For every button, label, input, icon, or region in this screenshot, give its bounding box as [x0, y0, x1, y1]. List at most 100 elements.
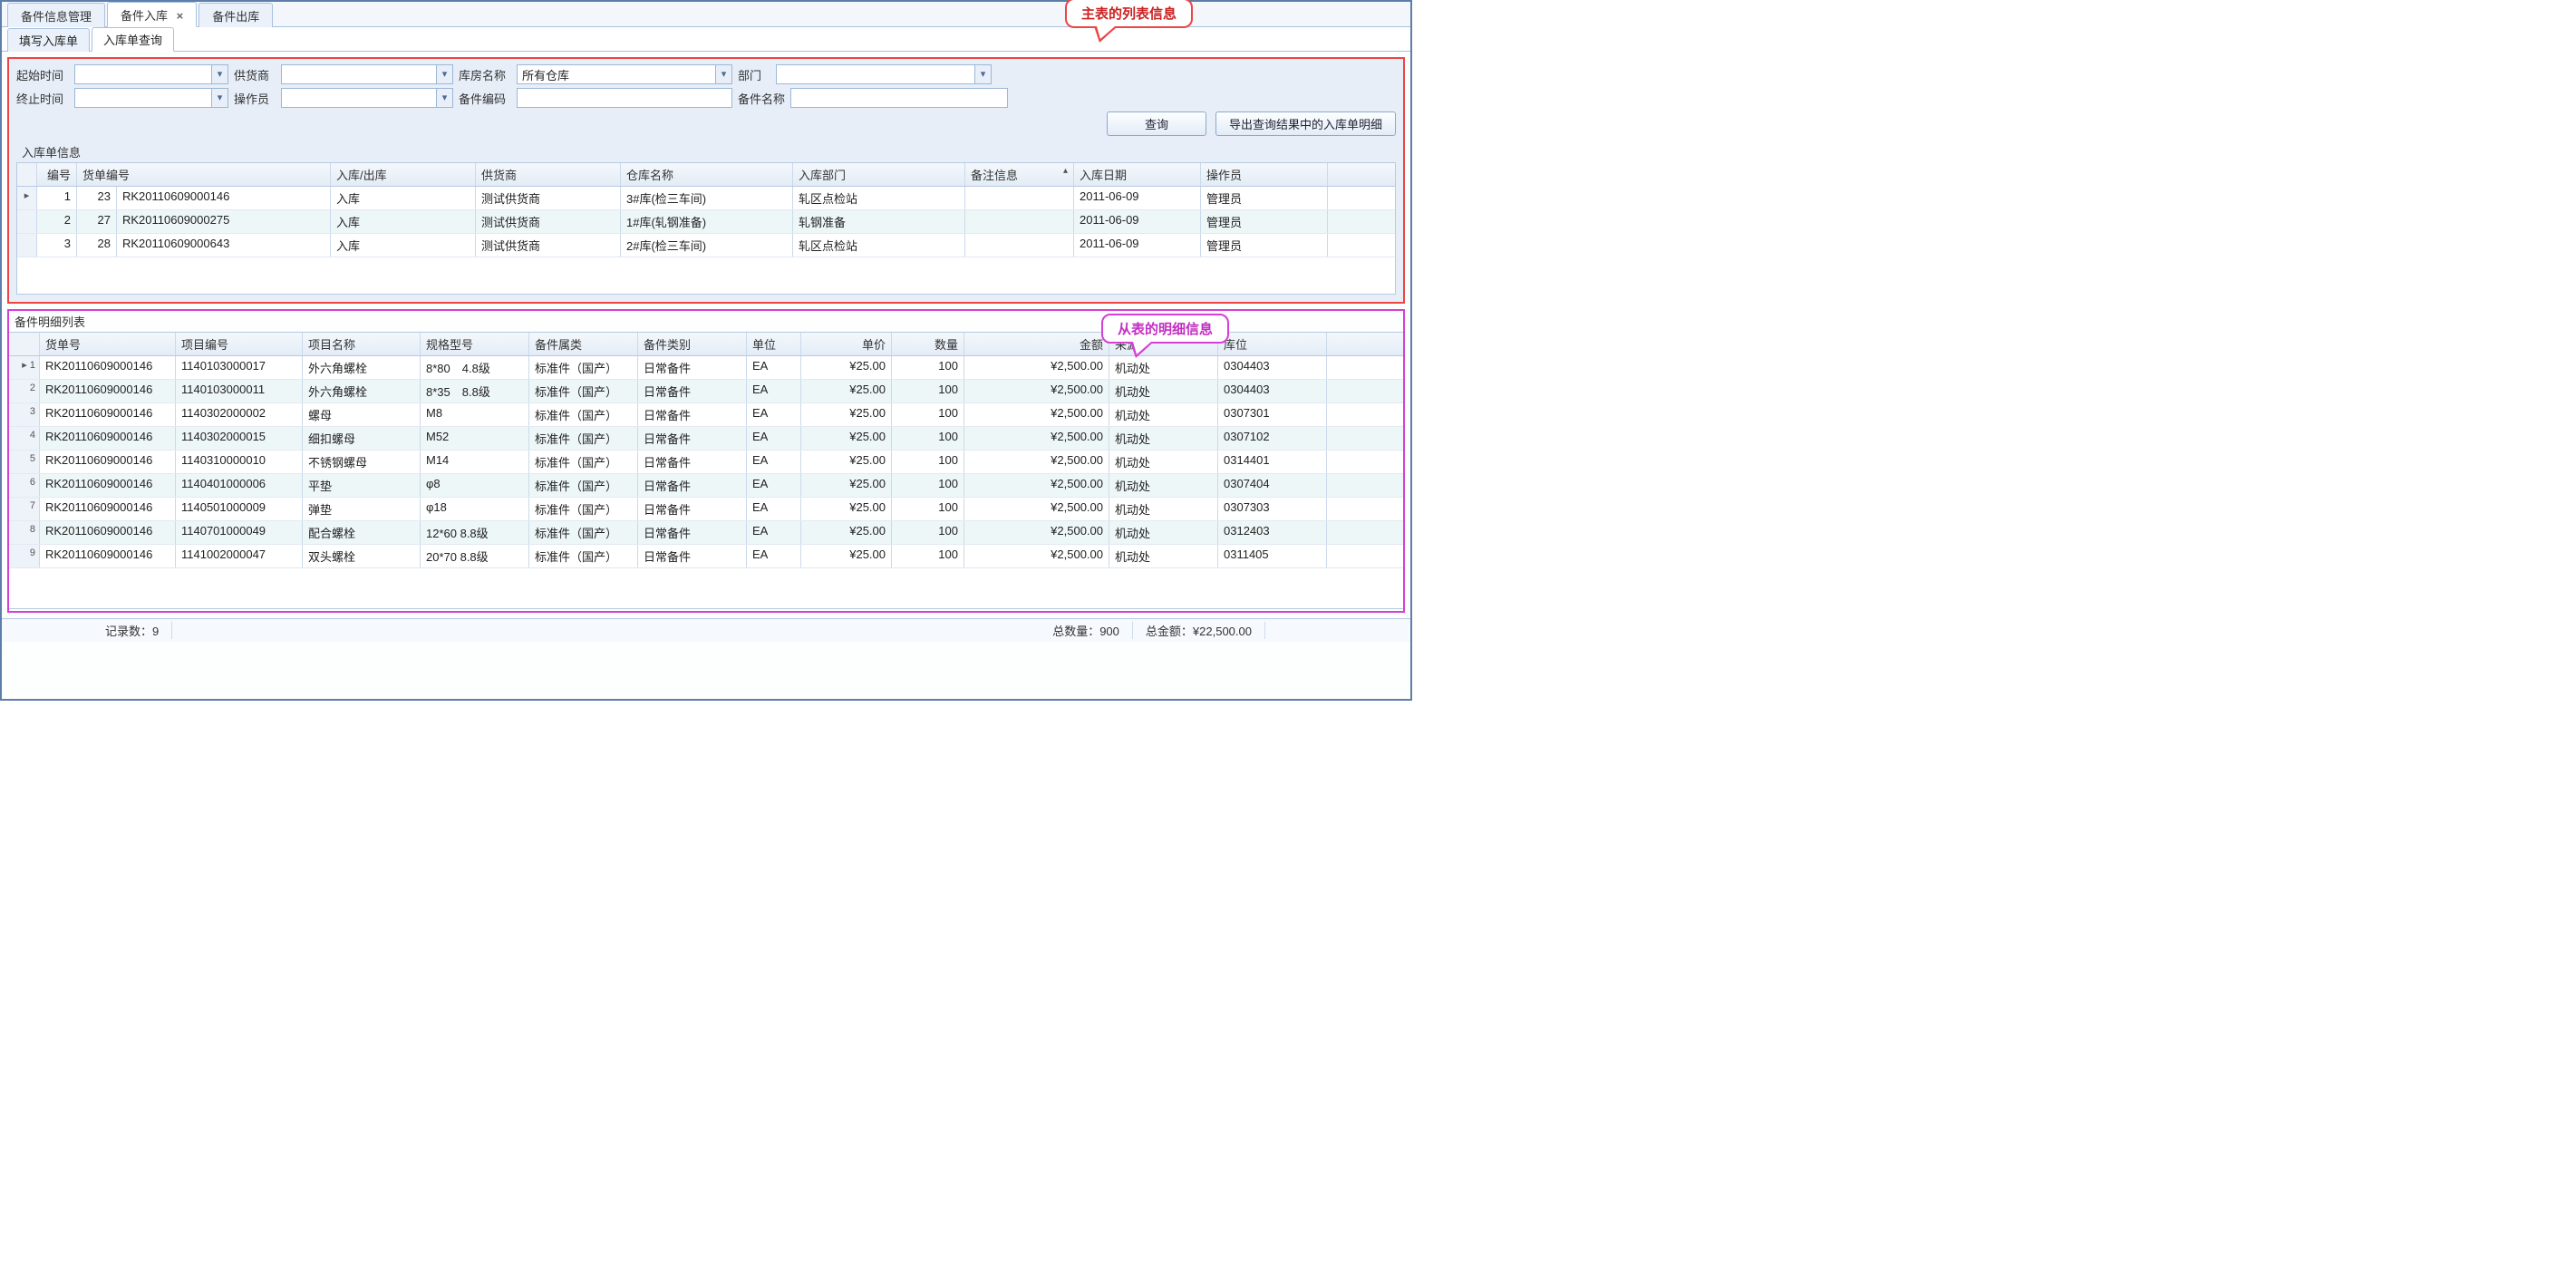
label-part-code: 备件编码 [459, 90, 511, 107]
table-row[interactable]: 5RK201106090001461140310000010不锈钢螺母M14标准… [9, 451, 1403, 474]
col-loc[interactable]: 库位 [1218, 333, 1327, 355]
row-indicator [17, 210, 37, 233]
cell-spec: 8*80 4.8级 [421, 356, 529, 379]
table-row[interactable]: 2RK201106090001461140103000011外六角螺栓8*35 … [9, 380, 1403, 403]
export-button[interactable]: 导出查询结果中的入库单明细 [1215, 111, 1396, 136]
subtab-query-in[interactable]: 入库单查询 [92, 27, 174, 52]
col-io[interactable]: 入库/出库 [331, 163, 476, 186]
dept-select[interactable]: ▾ [776, 64, 992, 84]
cell-code: 1140302000002 [176, 403, 303, 426]
cell-date: 2011-06-09 [1074, 210, 1201, 233]
cell-amount: ¥2,500.00 [964, 451, 1109, 473]
table-row[interactable]: 6RK201106090001461140401000006平垫φ8标准件（国产… [9, 474, 1403, 498]
cell-cat2: 日常备件 [638, 451, 747, 473]
chevron-down-icon[interactable]: ▾ [211, 65, 228, 83]
cell-qty: 100 [892, 545, 964, 567]
cell-no: 27 [77, 210, 117, 233]
part-code-input[interactable] [517, 88, 732, 108]
record-count: 记录数：9 [92, 622, 172, 639]
warehouse-select[interactable]: 所有仓库▾ [517, 64, 732, 84]
cell-price: ¥25.00 [801, 545, 892, 567]
cell-src: 机动处 [1109, 474, 1218, 497]
table-row[interactable]: 227RK20110609000275入库测试供货商1#库(轧钢准备)轧钢准备2… [17, 210, 1395, 234]
cell-price: ¥25.00 [801, 427, 892, 450]
cell-name: 平垫 [303, 474, 421, 497]
label-part-name: 备件名称 [738, 90, 785, 107]
callout-master-text: 主表的列表信息 [1081, 6, 1177, 22]
cell-amount: ¥2,500.00 [964, 380, 1109, 402]
table-row[interactable]: 7RK201106090001461140501000009弹垫φ18标准件（国… [9, 498, 1403, 521]
chevron-down-icon[interactable]: ▾ [715, 65, 731, 83]
col-supplier[interactable]: 供货商 [476, 163, 621, 186]
chevron-down-icon[interactable]: ▾ [211, 89, 228, 107]
chevron-down-icon[interactable]: ▾ [974, 65, 991, 83]
cell-price: ¥25.00 [801, 451, 892, 473]
cell-cat1: 标准件（国产） [529, 545, 638, 567]
col-date[interactable]: 入库日期 [1074, 163, 1201, 186]
col-no[interactable]: 编号 [37, 163, 77, 186]
col-remark[interactable]: 备注信息 [965, 163, 1074, 186]
end-time-input[interactable]: ▾ [74, 88, 228, 108]
close-icon[interactable]: × [177, 9, 184, 23]
col-bill[interactable]: 货单编号 [77, 163, 331, 186]
cell-price: ¥25.00 [801, 356, 892, 379]
col-cat1[interactable]: 备件属类 [529, 333, 638, 355]
operator-select[interactable]: ▾ [281, 88, 453, 108]
row-indicator: 2 [9, 380, 40, 402]
cell-cat1: 标准件（国产） [529, 427, 638, 450]
col-amount[interactable]: 金额 [964, 333, 1109, 355]
cell-src: 机动处 [1109, 427, 1218, 450]
col-cat2[interactable]: 备件类别 [638, 333, 747, 355]
cell-code: 1140701000049 [176, 521, 303, 544]
col-operator[interactable]: 操作员 [1201, 163, 1328, 186]
master-grid: 编号 货单编号 入库/出库 供货商 仓库名称 入库部门 备注信息 入库日期 操作… [16, 162, 1396, 295]
cell-cat2: 日常备件 [638, 380, 747, 402]
col-price[interactable]: 单价 [801, 333, 892, 355]
cell-name: 配合螺栓 [303, 521, 421, 544]
col-warehouse[interactable]: 仓库名称 [621, 163, 793, 186]
chevron-down-icon[interactable]: ▾ [436, 89, 452, 107]
table-row[interactable]: 3RK201106090001461140302000002螺母M8标准件（国产… [9, 403, 1403, 427]
cell-spec: M14 [421, 451, 529, 473]
cell-qty: 100 [892, 380, 964, 402]
cell-name: 双头螺栓 [303, 545, 421, 567]
cell-cat1: 标准件（国产） [529, 451, 638, 473]
col-item-code[interactable]: 项目编号 [176, 333, 303, 355]
table-row[interactable]: 9RK201106090001461141002000047双头螺栓20*70 … [9, 545, 1403, 568]
chevron-down-icon[interactable]: ▾ [436, 65, 452, 83]
supplier-select[interactable]: ▾ [281, 64, 453, 84]
table-row[interactable]: 328RK20110609000643入库测试供货商2#库(检三车间)轧区点检站… [17, 234, 1395, 257]
cell-io: 入库 [331, 210, 476, 233]
cell-amount: ¥2,500.00 [964, 498, 1109, 520]
col-item-name[interactable]: 项目名称 [303, 333, 421, 355]
table-row[interactable]: 4RK201106090001461140302000015细扣螺母M52标准件… [9, 427, 1403, 451]
part-name-input[interactable] [790, 88, 1008, 108]
col-qty[interactable]: 数量 [892, 333, 964, 355]
col-bill-no[interactable]: 货单号 [40, 333, 176, 355]
tab-parts-out[interactable]: 备件出库 [199, 3, 273, 27]
master-title: 入库单信息 [16, 141, 1396, 162]
cell-spec: φ8 [421, 474, 529, 497]
table-row[interactable]: ▸ 1RK201106090001461140103000017外六角螺栓8*8… [9, 356, 1403, 380]
cell-loc: 0307404 [1218, 474, 1327, 497]
cell-warehouse: 3#库(检三车间) [621, 187, 793, 209]
cell-qty: 100 [892, 356, 964, 379]
start-time-input[interactable]: ▾ [74, 64, 228, 84]
label-dept: 部门 [738, 66, 770, 83]
cell-amount: ¥2,500.00 [964, 545, 1109, 567]
query-button[interactable]: 查询 [1107, 111, 1206, 136]
table-row[interactable]: ▸123RK20110609000146入库测试供货商3#库(检三车间)轧区点检… [17, 187, 1395, 210]
tab-parts-info[interactable]: 备件信息管理 [7, 3, 105, 27]
master-grid-header: 编号 货单编号 入库/出库 供货商 仓库名称 入库部门 备注信息 入库日期 操作… [17, 163, 1395, 187]
cell-src: 机动处 [1109, 498, 1218, 520]
row-indicator: 7 [9, 498, 40, 520]
cell-bill: RK20110609000275 [117, 210, 331, 233]
col-spec[interactable]: 规格型号 [421, 333, 529, 355]
table-row[interactable]: 8RK201106090001461140701000049配合螺栓12*60 … [9, 521, 1403, 545]
col-unit[interactable]: 单位 [747, 333, 801, 355]
subtab-fill-in[interactable]: 填写入库单 [7, 28, 90, 52]
row-indicator: ▸ 1 [9, 356, 40, 379]
cell-cat1: 标准件（国产） [529, 380, 638, 402]
col-dept[interactable]: 入库部门 [793, 163, 965, 186]
tab-parts-in[interactable]: 备件入库 × [107, 2, 197, 27]
